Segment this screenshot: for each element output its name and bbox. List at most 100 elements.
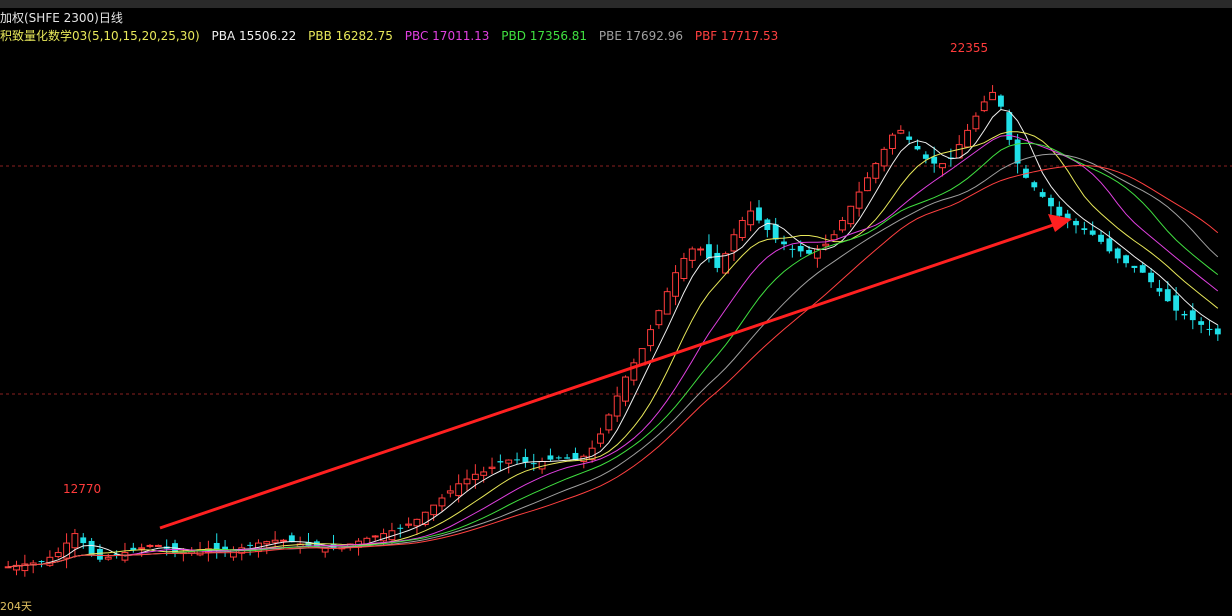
candle-body <box>889 134 896 150</box>
candle-body <box>722 253 730 274</box>
candle-body <box>789 248 796 250</box>
candle-body <box>397 527 404 529</box>
candle-body <box>880 148 888 167</box>
candle-body <box>71 533 79 549</box>
candle-body <box>939 163 946 169</box>
candle-body <box>806 249 812 254</box>
candle-body <box>797 245 804 252</box>
candle-body <box>914 145 921 150</box>
moving-averages-group <box>8 108 1219 568</box>
candle-body <box>605 414 613 431</box>
candle-body <box>54 552 62 558</box>
candle-body <box>271 539 279 543</box>
candle-body <box>530 463 537 465</box>
candle-body <box>263 541 271 545</box>
candle-body <box>154 544 162 547</box>
candle-body <box>1039 192 1046 197</box>
candle-body <box>1089 230 1096 235</box>
candle-body <box>38 561 45 563</box>
candle-body <box>1173 295 1180 311</box>
label-high-peak: 22355 <box>950 41 988 55</box>
candle-body <box>688 248 696 261</box>
candle-body <box>706 244 712 259</box>
candle-body <box>730 234 738 252</box>
candle-body <box>989 91 997 101</box>
candle-body <box>931 156 938 164</box>
candle-body <box>980 101 988 112</box>
ma-line-5 <box>8 108 1219 568</box>
candle-body <box>1131 265 1138 268</box>
candle-body <box>838 220 846 231</box>
candle-body <box>663 291 671 315</box>
candle-body <box>547 455 554 460</box>
candle-body <box>1123 255 1129 264</box>
candle-body <box>463 478 471 485</box>
candle-body <box>672 272 679 297</box>
candle-body <box>80 537 87 544</box>
candle-body <box>438 497 446 507</box>
candle-body <box>998 95 1004 107</box>
candle-body <box>1214 328 1221 335</box>
candle-body <box>1048 197 1054 207</box>
candle-body <box>613 395 621 417</box>
candle-body <box>597 433 604 444</box>
candle-body <box>1148 272 1155 283</box>
candle-body <box>897 129 905 134</box>
label-low-peak: 12770 <box>63 482 101 496</box>
ma-line-25 <box>8 153 1219 568</box>
candle-body <box>647 329 654 347</box>
candle-body <box>1073 220 1079 226</box>
candle-body <box>864 177 871 192</box>
candle-body <box>1181 313 1188 316</box>
candle-body <box>1056 206 1063 216</box>
candle-body <box>622 376 629 402</box>
candle-body <box>514 459 520 461</box>
days-label: 204天 <box>0 600 32 613</box>
candle-body <box>146 544 154 547</box>
ma-line-20 <box>8 142 1219 568</box>
candle-body <box>781 241 787 245</box>
candle-body <box>97 548 103 560</box>
candle-body <box>522 456 529 463</box>
candle-body <box>972 115 980 130</box>
candle-body <box>538 460 546 470</box>
candle-body <box>1031 182 1038 188</box>
candle-body <box>488 466 496 469</box>
candle-body <box>138 547 146 550</box>
candle-body <box>756 207 762 221</box>
candle-body <box>922 154 929 159</box>
candle-body <box>1189 310 1196 321</box>
candle-body <box>1139 265 1146 273</box>
candle-body <box>497 461 504 463</box>
candle-body <box>104 556 112 560</box>
candle-body <box>555 457 562 459</box>
trend-arrow <box>159 220 1063 530</box>
ma-line-10 <box>8 131 1219 568</box>
candle-body <box>247 544 254 546</box>
ma-line-15 <box>8 134 1219 568</box>
candle-body <box>413 518 421 527</box>
candle-body <box>1206 328 1213 330</box>
candle-body <box>1106 238 1113 252</box>
price-chart[interactable]: 12770 22355 <box>0 0 1232 616</box>
candle-body <box>88 540 95 555</box>
candle-body <box>855 191 863 209</box>
candle-body <box>822 243 830 247</box>
candle-body <box>1164 289 1171 302</box>
ma-line-30 <box>8 164 1219 568</box>
candle-body <box>471 473 479 481</box>
candle-body <box>747 210 755 226</box>
candle-body <box>680 257 688 280</box>
candle-body <box>446 490 454 494</box>
candle-body <box>655 310 663 326</box>
candle-body <box>405 523 413 526</box>
candle-body <box>505 459 513 464</box>
candle-body <box>480 471 488 476</box>
candle-body <box>1014 139 1021 164</box>
candle-body <box>964 129 971 148</box>
candles-group <box>4 85 1221 577</box>
candle-body <box>872 163 880 179</box>
candle-body <box>430 504 438 516</box>
candle-body <box>772 224 779 240</box>
candle-body <box>906 136 913 140</box>
